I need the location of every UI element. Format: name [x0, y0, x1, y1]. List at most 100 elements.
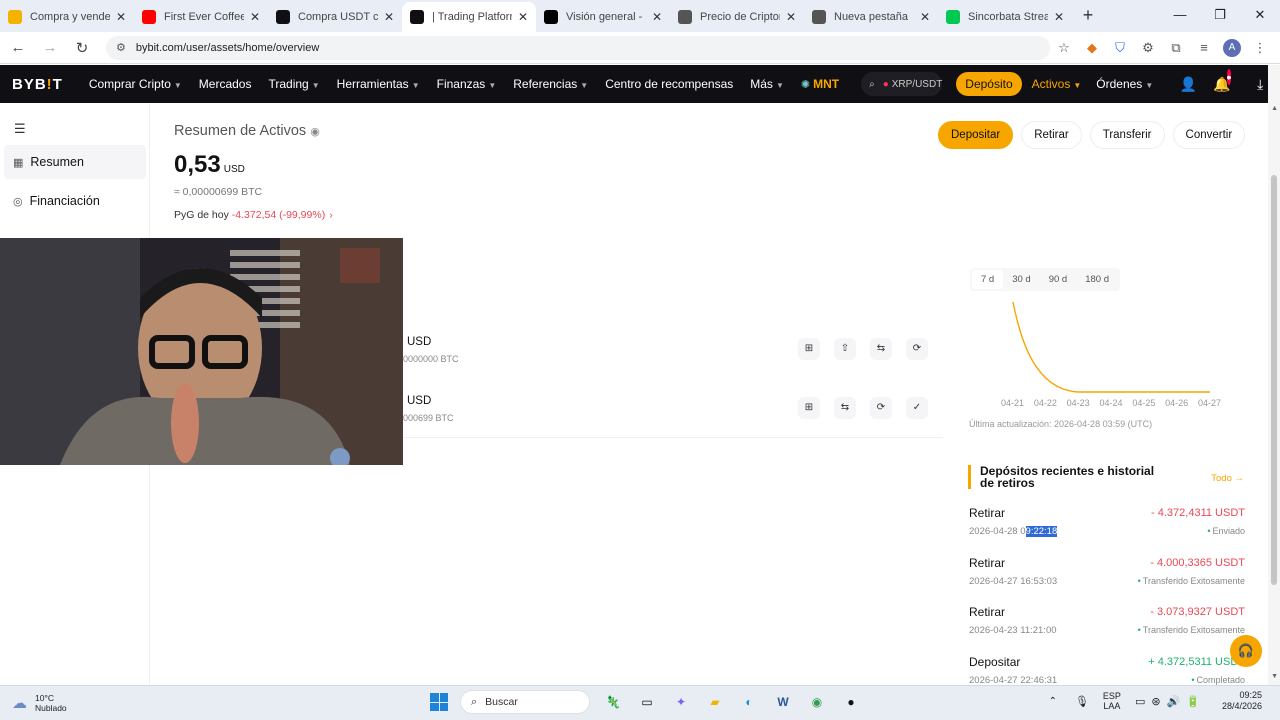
- browser-tab[interactable]: First Ever Coffee Par ✕: [134, 2, 268, 32]
- nav-item[interactable]: Finanzas ▼: [437, 77, 497, 91]
- browser-menu-icon[interactable]: ⋮: [1246, 40, 1274, 56]
- weather-widget[interactable]: ☁ 10°C Nublado: [12, 693, 202, 713]
- back-icon[interactable]: ←: [4, 39, 32, 56]
- tab-180d[interactable]: 180 d: [1076, 270, 1118, 289]
- tab-close-icon[interactable]: ✕: [384, 10, 394, 24]
- tab-90d[interactable]: 90 d: [1040, 270, 1077, 289]
- scroll-thumb[interactable]: [1271, 175, 1277, 585]
- close-window-icon[interactable]: ✕: [1240, 0, 1280, 30]
- clock[interactable]: 09:25 28/4/2026: [1222, 690, 1262, 712]
- tab-close-icon[interactable]: ✕: [920, 10, 930, 24]
- maximize-icon[interactable]: ❐: [1200, 0, 1240, 30]
- forward-icon[interactable]: →: [36, 39, 64, 56]
- widget-icon[interactable]: 🦎: [599, 690, 627, 714]
- browser-tab[interactable]: Precio de Criptomon ✕: [670, 2, 804, 32]
- tab-7d[interactable]: 7 d: [972, 270, 1004, 289]
- edge-icon[interactable]: ◐: [735, 690, 763, 714]
- search-input[interactable]: ⌕ ● XRP/USDT: [861, 72, 943, 96]
- user-icon[interactable]: 👤: [1170, 76, 1206, 93]
- nav-item[interactable]: Trading ▼: [268, 77, 319, 91]
- header-deposit-button[interactable]: Depósito: [956, 72, 1022, 96]
- microphone-icon[interactable]: 🎙: [1075, 695, 1089, 708]
- file-explorer-icon[interactable]: ▰: [701, 690, 729, 714]
- copilot-icon[interactable]: ✦: [667, 690, 695, 714]
- extensions-puzzle-icon[interactable]: ⧉: [1162, 40, 1190, 56]
- tab-close-icon[interactable]: ✕: [786, 10, 796, 24]
- nav-item-label: Más: [750, 77, 773, 91]
- browser-tab[interactable]: Compra y vende Tet ✕: [0, 2, 134, 32]
- eye-icon[interactable]: ◉: [310, 126, 320, 138]
- task-view-icon[interactable]: ▭: [633, 690, 661, 714]
- obs-icon[interactable]: ●: [837, 690, 865, 714]
- tab-close-icon[interactable]: ✕: [250, 10, 260, 24]
- bell-icon[interactable]: 🔔•: [1206, 68, 1242, 93]
- view-all-link[interactable]: Todo →: [1211, 473, 1244, 484]
- tab-close-icon[interactable]: ✕: [518, 10, 528, 24]
- support-headset-icon[interactable]: 🎧: [1230, 635, 1262, 667]
- mnt-link[interactable]: ✺ MNT: [801, 77, 839, 91]
- taskbar-search-input[interactable]: ⌕ Buscar: [460, 690, 590, 714]
- scroll-up-icon[interactable]: ▲: [1271, 105, 1278, 112]
- transaction-row[interactable]: Retirar - 4.000,3365 USDT 2026-04-27 16:53…: [969, 556, 1245, 596]
- bybit-logo[interactable]: BYB!T: [12, 76, 63, 93]
- tab-close-icon[interactable]: ✕: [652, 10, 662, 24]
- convertir-button[interactable]: Convertir: [1172, 121, 1246, 149]
- bookmark-star-icon[interactable]: ☆: [1050, 40, 1078, 56]
- deposit-icon[interactable]: ⊞: [798, 397, 820, 419]
- tab-close-icon[interactable]: ✕: [1054, 10, 1064, 24]
- browser-tab[interactable]: | Trading Platform ✕: [402, 2, 536, 32]
- transfer-icon[interactable]: ⇆: [870, 338, 892, 360]
- metamask-extension-icon[interactable]: ◆: [1078, 40, 1106, 56]
- tab-30d[interactable]: 30 d: [1003, 270, 1040, 289]
- chrome-icon[interactable]: ◉: [803, 690, 831, 714]
- orders-menu[interactable]: Órdenes ▼: [1096, 77, 1153, 91]
- retirar-button[interactable]: Retirar: [1021, 121, 1082, 149]
- balance-value: 0,53: [174, 151, 221, 178]
- assets-menu[interactable]: Activos ▼: [1032, 77, 1082, 91]
- new-tab-button[interactable]: +: [1076, 5, 1100, 26]
- nav-item[interactable]: Comprar Cripto ▼: [89, 77, 182, 91]
- site-info-icon[interactable]: ⚙: [116, 41, 126, 54]
- browser-tab[interactable]: Compra USDT con A ✕: [268, 2, 402, 32]
- convert-icon[interactable]: ⟳: [906, 338, 928, 360]
- profile-avatar[interactable]: A: [1223, 38, 1241, 57]
- nav-item[interactable]: Referencias ▼: [513, 77, 588, 91]
- convert-icon[interactable]: ⟳: [870, 397, 892, 419]
- sidebar-item-resumen[interactable]: ▦ Resumen: [4, 145, 146, 179]
- transferir-button[interactable]: Transferir: [1089, 121, 1165, 149]
- extension-icon[interactable]: ⚙: [1134, 40, 1162, 56]
- x-tick-label: 04-24: [1100, 398, 1123, 408]
- nav-item[interactable]: Mercados: [199, 77, 252, 91]
- browser-tab[interactable]: Visión general - El e ✕: [536, 2, 670, 32]
- word-icon[interactable]: W: [769, 690, 797, 714]
- page-scrollbar[interactable]: ▲ ▼: [1268, 65, 1280, 685]
- collapse-menu-icon[interactable]: ☰: [14, 121, 26, 137]
- withdraw-icon[interactable]: ⇧: [834, 338, 856, 360]
- tray-chevron-icon[interactable]: ⌃: [1049, 696, 1057, 707]
- shield-extension-icon[interactable]: ⛉: [1106, 40, 1134, 56]
- minimize-icon[interactable]: —: [1160, 0, 1200, 30]
- depositar-button[interactable]: Depositar: [938, 121, 1014, 149]
- reload-icon[interactable]: ↻: [68, 39, 96, 57]
- language-indicator[interactable]: ESP LAA: [1103, 691, 1121, 711]
- url-field[interactable]: ⚙ bybit.com/user/assets/home/overview: [106, 35, 1050, 60]
- browser-tab[interactable]: Sincorbata Strea ✕: [938, 2, 1072, 32]
- transfer-icon[interactable]: ⇆: [834, 397, 856, 419]
- chevron-down-icon: ▼: [775, 81, 784, 90]
- sidebar-item-financiacion[interactable]: ◎ Financiación: [4, 184, 146, 218]
- check-icon[interactable]: ✓: [906, 397, 928, 419]
- nav-item[interactable]: Más ▼: [750, 77, 784, 91]
- windows-start-icon[interactable]: [430, 693, 448, 711]
- transaction-row[interactable]: Retirar - 3.073,9327 USDT 2026-04-23 11:21…: [969, 605, 1245, 645]
- system-tray-icons[interactable]: ▭⊛🔊🔋: [1135, 695, 1206, 708]
- nav-item[interactable]: Herramientas ▼: [337, 77, 420, 91]
- browser-tab[interactable]: Nueva pestaña ✕: [804, 2, 938, 32]
- scroll-down-icon[interactable]: ▼: [1271, 673, 1278, 680]
- nav-item[interactable]: Centro de recompensas: [605, 77, 733, 91]
- tab-close-icon[interactable]: ✕: [116, 10, 126, 24]
- media-controls-icon[interactable]: ≡: [1190, 40, 1218, 55]
- today-pnl[interactable]: PyG de hoy -4.372,54 (-99,99%) ›: [174, 209, 333, 221]
- transaction-row[interactable]: Retirar - 4.372,4311 USDT 2026-04-28 09:22…: [969, 506, 1245, 546]
- deposit-icon[interactable]: ⊞: [798, 338, 820, 360]
- status-dot-icon: •: [1137, 575, 1141, 586]
